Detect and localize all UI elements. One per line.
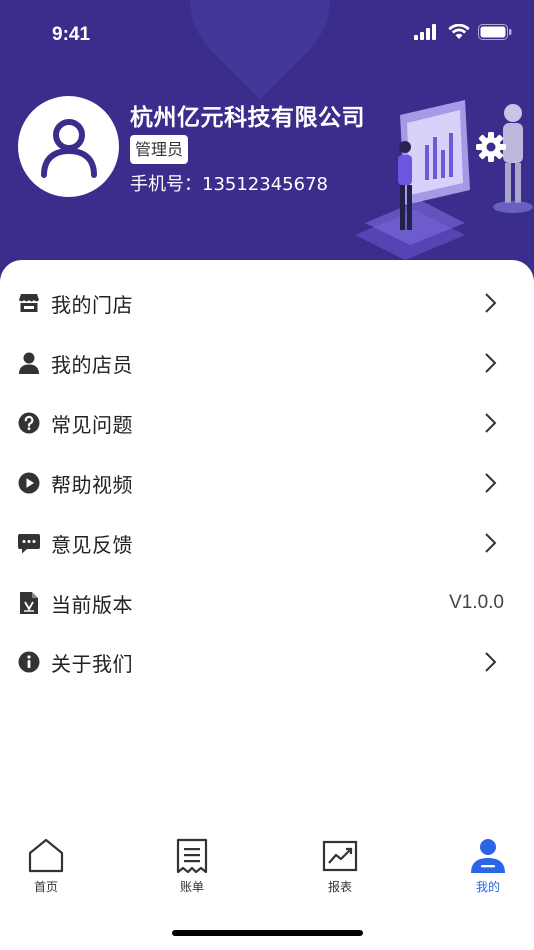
phone-number: 手机号：13512345678	[130, 174, 328, 195]
chart-icon	[322, 840, 358, 872]
menu-label: 我的店员	[51, 352, 133, 377]
profile-icon	[471, 839, 505, 873]
status-icons	[414, 24, 512, 40]
store-icon	[18, 292, 40, 314]
home-icon	[28, 838, 64, 873]
menu-label: 当前版本	[51, 592, 133, 617]
chevron-right-icon	[485, 293, 497, 313]
menu-label: 我的门店	[51, 292, 133, 317]
chevron-right-icon	[485, 353, 497, 373]
version-doc-icon	[18, 592, 40, 614]
status-time: 9:41	[52, 24, 91, 45]
bottom-tab-bar: 首页 账单 报表 我的	[0, 830, 534, 900]
tab-label: 账单	[179, 880, 204, 894]
menu-item-my-stores[interactable]: 我的门店	[0, 275, 534, 331]
tab-mine[interactable]: 我的	[443, 838, 533, 900]
menu-item-about-us[interactable]: 关于我们	[0, 634, 534, 690]
home-indicator	[172, 930, 363, 936]
tab-bills[interactable]: 账单	[147, 838, 237, 900]
tab-label: 报表	[327, 880, 352, 894]
wifi-icon	[448, 24, 470, 39]
company-name: 杭州亿元科技有限公司	[130, 105, 365, 131]
info-icon	[18, 651, 40, 673]
chat-icon	[18, 532, 40, 554]
menu-item-faq[interactable]: 常见问题	[0, 395, 534, 451]
tab-reports[interactable]: 报表	[295, 838, 385, 900]
chevron-right-icon	[485, 533, 497, 553]
status-bar: 9:41	[0, 0, 534, 70]
tab-label: 首页	[33, 880, 58, 894]
tab-label: 我的	[475, 880, 500, 894]
menu-label: 常见问题	[51, 412, 133, 437]
role-badge: 管理员	[130, 135, 189, 164]
signal-icon	[414, 24, 436, 40]
play-icon	[18, 472, 40, 494]
menu-item-my-staff[interactable]: 我的店员	[0, 335, 534, 391]
menu-label: 关于我们	[51, 651, 133, 676]
person-icon	[18, 352, 40, 374]
chevron-right-icon	[485, 473, 497, 493]
settings-gear-icon[interactable]	[474, 130, 508, 164]
menu-item-help-videos[interactable]: 帮助视频	[0, 455, 534, 511]
header-illustration	[355, 100, 533, 260]
menu-label: 意见反馈	[51, 532, 133, 557]
avatar[interactable]	[18, 96, 119, 197]
menu-label: 帮助视频	[51, 472, 133, 497]
profile-header: 9:41 杭州亿元科技有限公司 管理员 手机号：13512345678	[0, 0, 534, 290]
chevron-right-icon	[485, 413, 497, 433]
bill-icon	[176, 838, 208, 874]
question-icon	[18, 412, 40, 434]
chevron-right-icon	[485, 652, 497, 672]
menu-item-current-version: 当前版本 V1.0.0	[0, 575, 534, 631]
user-icon	[40, 118, 97, 178]
version-value: V1.0.0	[449, 592, 504, 613]
battery-icon	[478, 24, 512, 40]
menu-item-feedback[interactable]: 意见反馈	[0, 515, 534, 571]
tab-home[interactable]: 首页	[1, 838, 91, 900]
